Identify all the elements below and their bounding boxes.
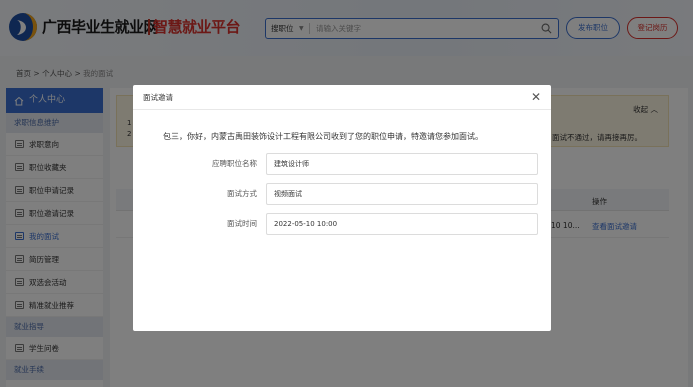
form-row-method: 面试方式 视频面试 xyxy=(133,183,551,205)
form-row-time: 面试时间 2022-05-10 10:00 xyxy=(133,213,551,235)
interview-invitation-dialog: 面试邀请 ✕ 包三，你好，内蒙古禹田装饰设计工程有限公司收到了您的职位申请，特邀… xyxy=(133,85,551,331)
position-label: 应聘职位名称 xyxy=(212,159,257,168)
position-field: 建筑设计师 xyxy=(266,153,538,175)
invitation-message: 包三，你好，内蒙古禹田装饰设计工程有限公司收到了您的职位申请，特邀请您参加面试。 xyxy=(163,132,483,141)
close-icon[interactable]: ✕ xyxy=(531,85,541,110)
time-field: 2022-05-10 10:00 xyxy=(266,213,538,235)
form-row-position: 应聘职位名称 建筑设计师 xyxy=(133,153,551,175)
dialog-title: 面试邀请 xyxy=(143,93,173,102)
dialog-header: 面试邀请 ✕ xyxy=(133,85,551,110)
method-field: 视频面试 xyxy=(266,183,538,205)
method-label: 面试方式 xyxy=(227,189,257,198)
time-label: 面试时间 xyxy=(227,219,257,228)
